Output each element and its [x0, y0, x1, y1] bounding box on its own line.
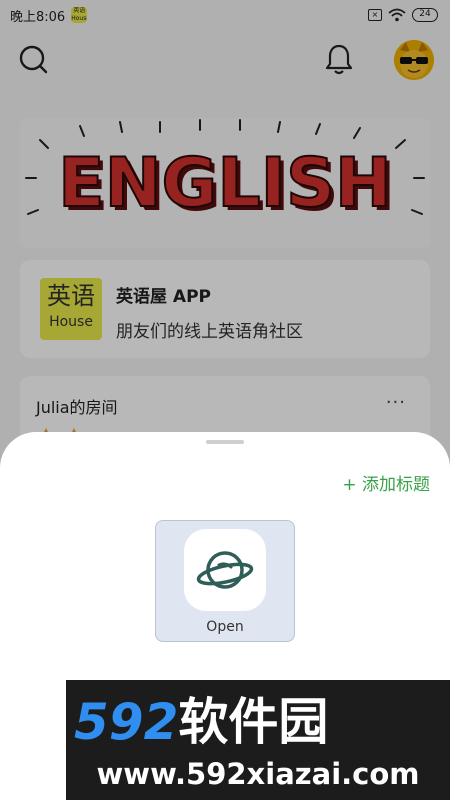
open-label: Open	[206, 619, 244, 635]
watermark-url: www.592xiazai.com	[96, 757, 420, 791]
watermark-chinese: 软件园	[178, 693, 329, 751]
open-app-tile[interactable]: Open	[155, 520, 295, 642]
add-title-button[interactable]: + 添加标题	[342, 470, 430, 495]
watermark-banner: 592软件园 www.592xiazai.com	[66, 680, 450, 800]
watermark-logo: 592软件园	[74, 692, 442, 752]
sheet-grab-handle[interactable]	[206, 440, 244, 444]
watermark-number: 592	[74, 693, 179, 751]
planet-icon	[196, 551, 254, 589]
open-icon-container	[184, 529, 266, 611]
